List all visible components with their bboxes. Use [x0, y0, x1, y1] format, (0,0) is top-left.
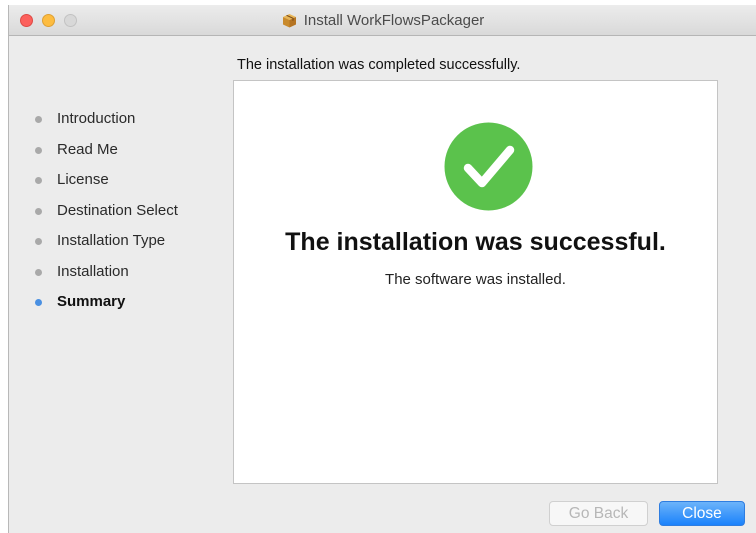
window-title: Install WorkFlowsPackager	[303, 12, 485, 29]
step-bullet-icon	[35, 238, 42, 245]
sidebar-item-label: Read Me	[57, 140, 118, 158]
title-bar: Install WorkFlowsPackager	[9, 5, 756, 36]
sidebar-item-label: Installation	[57, 262, 129, 280]
close-button[interactable]: Close	[659, 501, 745, 526]
sidebar-item-label: Introduction	[57, 110, 136, 127]
sidebar-item-installation-type: Installation Type	[31, 231, 178, 262]
go-back-button[interactable]: Go Back	[549, 501, 648, 526]
sidebar-item-introduction: Introduction	[31, 109, 178, 140]
steps-sidebar: Introduction Read Me License Destination…	[31, 109, 178, 323]
window-title-group: Install WorkFlowsPackager	[9, 5, 756, 36]
content-panel: The installation was successful. The sof…	[233, 80, 718, 484]
sidebar-item-summary: Summary	[31, 292, 178, 323]
sidebar-item-read-me: Read Me	[31, 140, 178, 171]
success-headline: The installation was successful.	[285, 228, 666, 256]
step-bullet-icon	[35, 177, 42, 184]
sidebar-item-installation: Installation	[31, 262, 178, 293]
package-icon	[282, 14, 296, 28]
success-message: The software was installed.	[385, 271, 566, 288]
sidebar-item-label: License	[57, 171, 109, 188]
sidebar-item-destination-select: Destination Select	[31, 201, 178, 232]
step-bullet-icon	[35, 207, 42, 215]
step-bullet-icon	[35, 268, 42, 276]
installer-window: Install WorkFlowsPackager The installati…	[8, 5, 756, 533]
step-bullet-icon	[35, 116, 42, 123]
step-bullet-icon	[35, 146, 42, 154]
success-check-icon	[444, 122, 533, 211]
sidebar-item-label: Installation Type	[57, 232, 166, 249]
sidebar-item-label: Summary	[57, 293, 126, 310]
sidebar-item-license: License	[31, 170, 178, 201]
sidebar-item-label: Destination Select	[57, 201, 178, 219]
active-step-bullet-icon	[35, 299, 42, 306]
page-subtitle: The installation was completed successfu…	[237, 57, 521, 73]
